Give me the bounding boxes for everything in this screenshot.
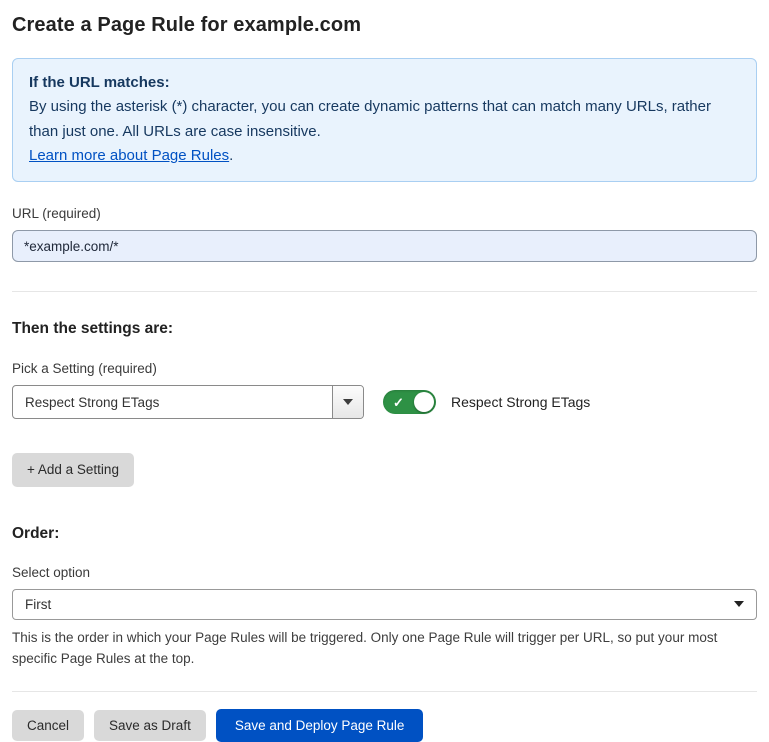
toggle-knob xyxy=(414,392,434,412)
caret-down-icon xyxy=(734,601,744,607)
check-icon: ✓ xyxy=(393,396,404,409)
url-label: URL (required) xyxy=(12,206,757,221)
select-option-label: Select option xyxy=(12,565,757,580)
settings-heading: Then the settings are: xyxy=(12,320,757,338)
create-page-rule-form: Create a Page Rule for example.com If th… xyxy=(0,0,769,742)
etags-toggle-group: ✓ Respect Strong ETags xyxy=(383,390,590,414)
url-match-info-box: If the URL matches: By using the asteris… xyxy=(12,58,757,182)
caret-down-icon xyxy=(343,399,353,405)
pick-setting-label: Pick a Setting (required) xyxy=(12,361,757,376)
setting-select[interactable]: Respect Strong ETags xyxy=(12,385,364,419)
info-box-heading: If the URL matches: xyxy=(29,71,740,95)
footer-actions: Cancel Save as Draft Save and Deploy Pag… xyxy=(12,692,757,742)
add-setting-button[interactable]: + Add a Setting xyxy=(12,453,134,487)
save-as-draft-button[interactable]: Save as Draft xyxy=(94,710,206,742)
cancel-button[interactable]: Cancel xyxy=(12,710,84,742)
info-link-row: Learn more about Page Rules. xyxy=(29,144,740,168)
setting-row: Respect Strong ETags ✓ Respect Strong ET… xyxy=(12,385,757,419)
url-input[interactable] xyxy=(12,230,757,262)
respect-strong-etags-toggle[interactable]: ✓ xyxy=(383,390,436,414)
order-help-text: This is the order in which your Page Rul… xyxy=(12,627,757,670)
save-and-deploy-button[interactable]: Save and Deploy Page Rule xyxy=(216,709,424,742)
learn-more-link[interactable]: Learn more about Page Rules xyxy=(29,147,229,164)
order-select-value: First xyxy=(25,597,51,612)
order-heading: Order: xyxy=(12,525,757,543)
setting-select-arrow-button[interactable] xyxy=(332,386,363,418)
order-select[interactable]: First xyxy=(12,589,757,620)
info-box-body: By using the asterisk (*) character, you… xyxy=(29,95,740,144)
section-divider xyxy=(12,291,757,292)
link-period: . xyxy=(229,147,233,164)
page-title: Create a Page Rule for example.com xyxy=(12,14,757,37)
toggle-label: Respect Strong ETags xyxy=(451,394,590,410)
setting-select-value: Respect Strong ETags xyxy=(13,386,332,418)
